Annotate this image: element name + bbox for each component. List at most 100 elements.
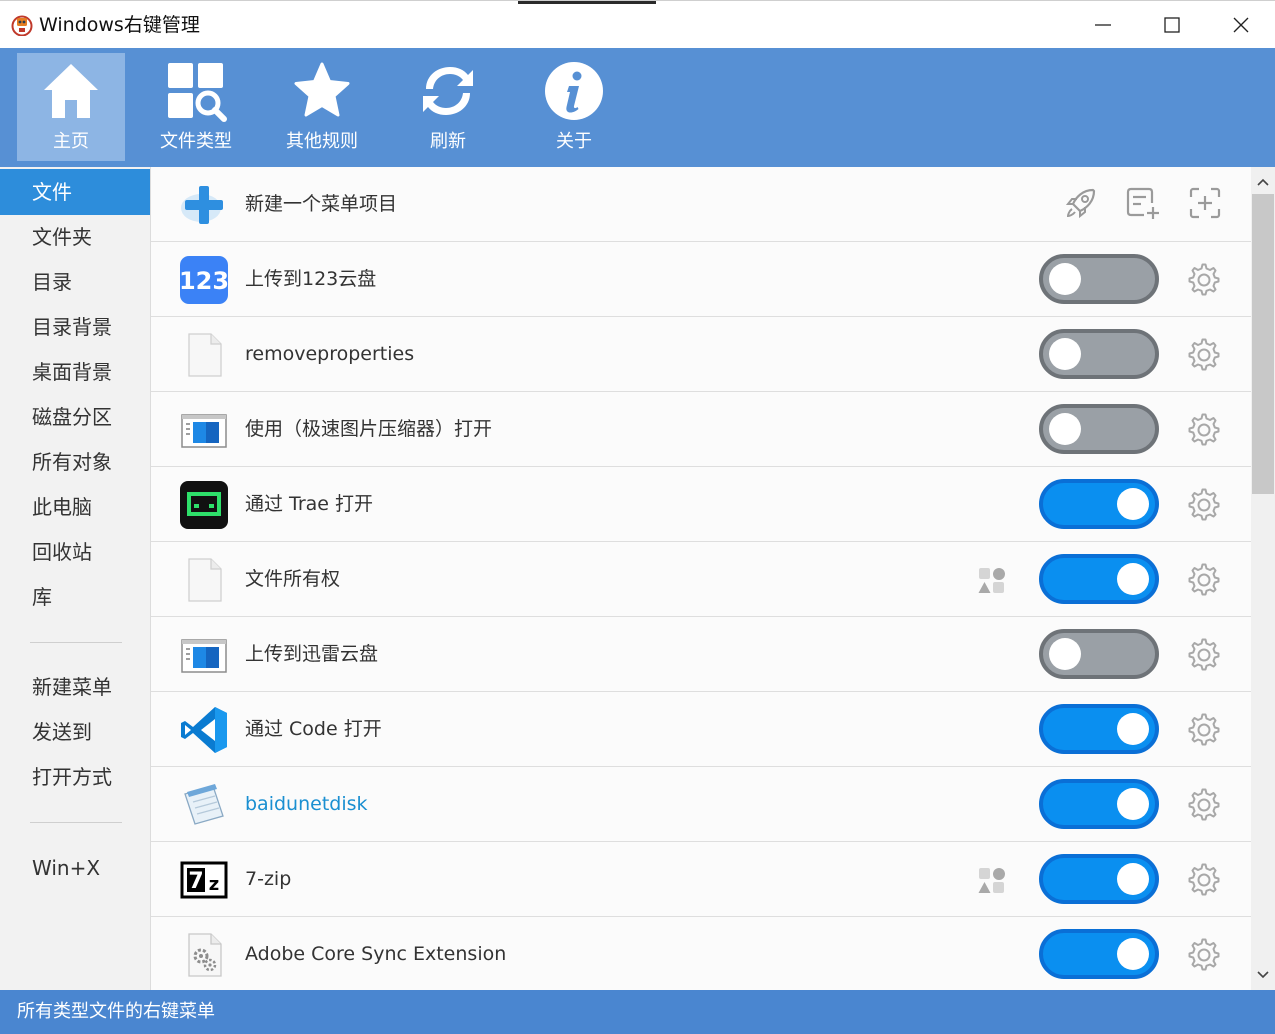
enable-toggle[interactable] — [1039, 254, 1159, 304]
sidebar-item-open-with[interactable]: 打开方式 — [0, 754, 150, 800]
menu-item-row[interactable]: 文件所有权 — [151, 542, 1251, 617]
menu-item-label: 7-zip — [245, 868, 292, 890]
sidebar-item-all-objects[interactable]: 所有对象 — [0, 439, 150, 485]
sidebar-item-new-menu[interactable]: 新建菜单 — [0, 664, 150, 710]
rocket-icon[interactable] — [1063, 185, 1099, 221]
toggle-knob — [1117, 488, 1149, 520]
sidebar-item-directory[interactable]: 目录 — [0, 259, 150, 305]
sidebar-item-library[interactable]: 库 — [0, 574, 150, 620]
info-icon — [545, 62, 603, 120]
toolbar-about-button[interactable]: 关于 — [520, 53, 628, 161]
toolbar-other-rules-label: 其他规则 — [286, 131, 358, 152]
enable-toggle[interactable] — [1039, 404, 1159, 454]
menu-item-row[interactable]: removeproperties — [151, 317, 1251, 392]
settings-gear-icon[interactable] — [1187, 788, 1221, 822]
status-bar: 所有类型文件的右键菜单 — [0, 990, 1275, 1034]
toggle-knob — [1049, 413, 1081, 445]
vscode-icon — [181, 707, 227, 753]
add-list-item-icon[interactable] — [1125, 185, 1161, 221]
settings-gear-icon[interactable] — [1187, 938, 1221, 972]
enable-toggle[interactable] — [1039, 329, 1159, 379]
settings-gear-icon[interactable] — [1187, 563, 1221, 597]
menu-item-label: 上传到123云盘 — [245, 268, 377, 290]
window-title: Windows右键管理 — [39, 14, 200, 36]
toolbar-other-rules-button[interactable]: 其他规则 — [268, 53, 376, 161]
enable-toggle[interactable] — [1039, 854, 1159, 904]
enable-toggle[interactable] — [1039, 704, 1159, 754]
menu-item-label: removeproperties — [245, 343, 415, 365]
enable-toggle[interactable] — [1039, 554, 1159, 604]
sidebar-item-recycle-bin[interactable]: 回收站 — [0, 529, 150, 575]
settings-gear-icon[interactable] — [1187, 713, 1221, 747]
enable-toggle[interactable] — [1039, 779, 1159, 829]
7zip-icon: 7 z — [180, 861, 228, 899]
menu-item-row[interactable]: 7 z 7-zip — [151, 842, 1251, 917]
menu-item-label: 上传到迅雷云盘 — [245, 643, 379, 665]
toolbar-home-label: 主页 — [53, 131, 89, 152]
shapes-icon — [978, 568, 1005, 593]
toggle-knob — [1117, 713, 1149, 745]
sidebar-item-desktop-background[interactable]: 桌面背景 — [0, 349, 150, 395]
settings-gear-icon[interactable] — [1187, 488, 1221, 522]
toolbar-file-types-button[interactable]: 文件类型 — [142, 53, 250, 161]
menu-item-row[interactable]: 通过 Trae 打开 — [151, 467, 1251, 542]
title-bar: Windows右键管理 — [0, 0, 1275, 48]
app-window-icon — [181, 414, 227, 448]
vertical-scrollbar[interactable] — [1251, 167, 1275, 990]
scroll-up-button[interactable] — [1251, 171, 1275, 193]
minimize-icon — [1095, 24, 1111, 26]
sidebar-item-drive[interactable]: 磁盘分区 — [0, 394, 150, 440]
toolbar-refresh-button[interactable]: 刷新 — [394, 53, 502, 161]
enable-toggle[interactable] — [1039, 479, 1159, 529]
menu-item-row[interactable]: 123 上传到123云盘 — [151, 242, 1251, 317]
menu-item-label: baidunetdisk — [245, 793, 368, 815]
menu-item-label: 文件所有权 — [245, 568, 341, 590]
settings-gear-icon[interactable] — [1187, 863, 1221, 897]
menu-item-row[interactable]: 使用（极速图片压缩器）打开 — [151, 392, 1251, 467]
settings-gear-icon[interactable] — [1187, 263, 1221, 297]
close-button[interactable] — [1206, 1, 1275, 49]
svg-text:z: z — [209, 874, 219, 895]
menu-item-label: Adobe Core Sync Extension — [245, 943, 507, 965]
toolbar-home-button[interactable]: 主页 — [17, 53, 125, 161]
minimize-button[interactable] — [1068, 1, 1138, 49]
new-menu-item-row[interactable]: 新建一个菜单项目 — [151, 167, 1251, 242]
settings-gear-icon[interactable] — [1187, 638, 1221, 672]
chevron-up-icon — [1257, 178, 1269, 186]
notepad-icon — [184, 784, 224, 825]
scrollbar-thumb[interactable] — [1252, 194, 1274, 494]
chevron-down-icon — [1257, 971, 1269, 979]
sidebar-item-folder[interactable]: 文件夹 — [0, 214, 150, 260]
toolbar-refresh-label: 刷新 — [430, 131, 466, 152]
shapes-icon — [978, 868, 1005, 893]
sidebar-item-win-x[interactable]: Win+X — [0, 845, 150, 891]
svg-text:7: 7 — [188, 869, 203, 894]
maximize-button[interactable] — [1137, 1, 1207, 49]
refresh-icon — [423, 67, 473, 115]
settings-gear-icon[interactable] — [1187, 413, 1221, 447]
sidebar-divider — [30, 642, 122, 643]
menu-item-row[interactable]: baidunetdisk — [151, 767, 1251, 842]
toolbar-file-types-label: 文件类型 — [160, 131, 232, 152]
sidebar-item-send-to[interactable]: 发送到 — [0, 709, 150, 755]
123pan-icon: 123 — [179, 256, 229, 304]
menu-item-list: 新建一个菜单项目 123 上传到123云盘 removeproperties 使… — [151, 167, 1251, 990]
sidebar-item-this-pc[interactable]: 此电脑 — [0, 484, 150, 530]
menu-item-row[interactable]: 通过 Code 打开 — [151, 692, 1251, 767]
sidebar-item-file[interactable]: 文件 — [0, 169, 150, 215]
blank-file-icon — [188, 558, 222, 602]
main-toolbar: 主页 文件类型 其他规则 刷新 关于 — [0, 48, 1275, 167]
toggle-knob — [1049, 638, 1081, 670]
blank-file-icon — [188, 333, 222, 377]
settings-gear-icon[interactable] — [1187, 338, 1221, 372]
enable-toggle[interactable] — [1039, 929, 1159, 979]
sidebar-item-directory-background[interactable]: 目录背景 — [0, 304, 150, 350]
menu-item-row[interactable]: 上传到迅雷云盘 — [151, 617, 1251, 692]
add-from-template-icon[interactable] — [1187, 185, 1223, 221]
enable-toggle[interactable] — [1039, 629, 1159, 679]
menu-item-label: 通过 Trae 打开 — [245, 493, 374, 515]
toggle-knob — [1117, 563, 1149, 595]
menu-item-row[interactable]: Adobe Core Sync Extension — [151, 917, 1251, 990]
file-types-icon — [168, 63, 227, 122]
scroll-down-button[interactable] — [1251, 964, 1275, 986]
